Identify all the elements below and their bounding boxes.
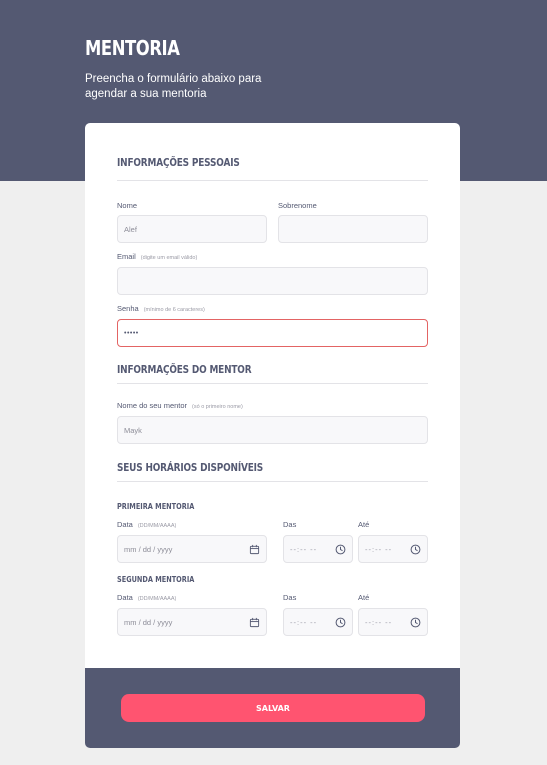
divider [117,383,428,384]
first-date-hint: (DD/MM/AAAA) [137,523,177,529]
password-label: Senha (mínimo de 6 caracteres) [117,304,205,313]
clock-icon[interactable] [410,544,421,555]
section-title-mentor: INFORMAÇÕES DO MENTOR [117,364,252,376]
email-label: Email (digite um email válido) [117,252,198,261]
password-input[interactable]: ••••• [117,319,428,347]
last-name-input[interactable] [278,215,428,243]
calendar-icon[interactable] [249,544,260,555]
form-footer: SALVAR [85,668,460,748]
first-mentoring-title: PRIMEIRA MENTORIA [117,502,195,511]
clock-icon[interactable] [335,544,346,555]
first-name-label: Nome [117,201,138,210]
clock-icon[interactable] [410,617,421,628]
section-title-personal: INFORMAÇÕES PESSOAIS [117,157,240,169]
mentor-name-label: Nome do seu mentor (só o primeiro nome) [117,401,243,410]
page-subtitle: Preencha o formulário abaixo para agenda… [85,73,262,100]
email-hint: (digite um email válido) [140,255,198,261]
page-title: MENTORIA [85,36,180,60]
first-to-label: Até [358,520,370,529]
first-name-input[interactable]: Alef [117,215,267,243]
second-date-hint: (DD/MM/AAAA) [137,596,177,602]
second-mentoring-title: SEGUNDA MENTORIA [117,575,195,584]
divider [117,180,428,181]
divider [117,481,428,482]
second-from-time-input[interactable]: --:-- -- [283,608,353,636]
second-to-time-input[interactable]: --:-- -- [358,608,428,636]
last-name-label: Sobrenome [278,201,317,210]
first-from-label: Das [283,520,297,529]
section-title-schedule: SEUS HORÁRIOS DISPONÍVEIS [117,462,264,474]
first-date-input[interactable]: mm / dd / yyyy [117,535,267,563]
first-to-time-input[interactable]: --:-- -- [358,535,428,563]
first-from-time-input[interactable]: --:-- -- [283,535,353,563]
second-from-label: Das [283,593,297,602]
password-hint: (mínimo de 6 caracteres) [143,307,205,313]
second-to-label: Até [358,593,370,602]
email-input[interactable] [117,267,428,295]
second-date-label: Data (DD/MM/AAAA) [117,593,177,602]
calendar-icon[interactable] [249,617,260,628]
mentor-name-input[interactable]: Mayk [117,416,428,444]
first-date-label: Data (DD/MM/AAAA) [117,520,177,529]
second-date-input[interactable]: mm / dd / yyyy [117,608,267,636]
form-card: INFORMAÇÕES PESSOAIS Nome Alef Sobrenome… [85,123,460,748]
clock-icon[interactable] [335,617,346,628]
save-button[interactable]: SALVAR [121,694,425,722]
mentor-name-hint: (só o primeiro nome) [192,404,243,410]
